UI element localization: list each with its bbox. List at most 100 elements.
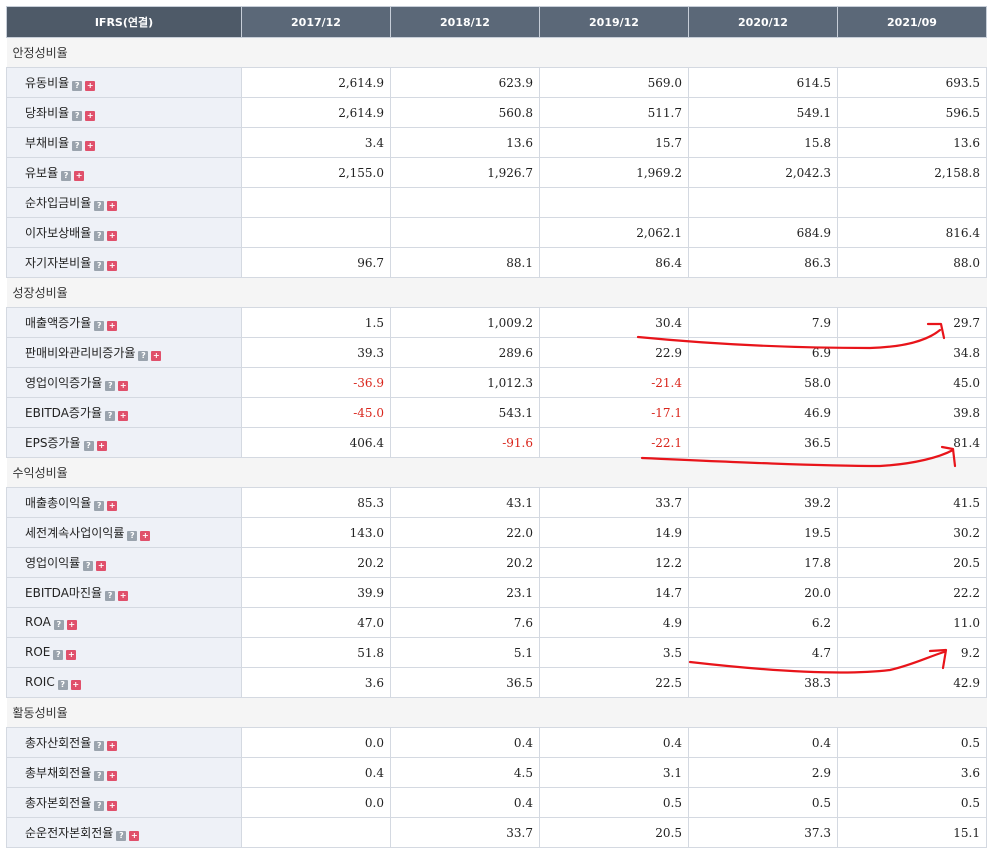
question-icon[interactable]: ? [94,501,105,511]
financial-ratio-table: IFRS(연결) 2017/12 2018/12 2019/12 2020/12… [6,6,987,848]
value-cell: 12.2 [539,547,689,578]
question-icon[interactable]: ? [61,171,72,181]
row-label: 이자보상배율 [25,226,92,240]
value-cell: 614.5 [688,67,838,98]
row-label-cell: 순차입금비율? + [6,187,242,218]
value-cell: 549.1 [688,97,838,128]
value-cell: 45.0 [837,367,987,398]
plus-icon[interactable]: + [66,650,77,660]
row-label-cell: 영업이익증가율? + [6,367,242,398]
value-cell: 88.1 [390,247,540,278]
question-icon[interactable]: ? [53,620,64,630]
question-icon[interactable]: ? [72,141,83,151]
value-cell: 13.6 [837,127,987,158]
question-icon[interactable]: ? [94,231,105,241]
question-icon[interactable]: ? [94,261,105,271]
value-cell [390,217,540,248]
plus-icon[interactable]: + [107,501,118,511]
plus-icon[interactable]: + [118,381,129,391]
section-header-row: 수익성비율 [6,457,987,488]
question-icon[interactable]: ? [116,831,127,841]
value-cell: 85.3 [241,487,391,518]
question-icon[interactable]: ? [94,801,105,811]
plus-icon[interactable]: + [140,531,151,541]
plus-icon[interactable]: + [85,111,96,121]
value-cell: 9.2 [837,637,987,668]
row-label: 총부채회전율 [25,766,92,780]
value-cell [241,817,391,848]
value-cell: 0.4 [688,727,838,758]
value-cell: 143.0 [241,517,391,548]
plus-icon[interactable]: + [118,411,129,421]
value-cell: 816.4 [837,217,987,248]
question-icon[interactable]: ? [72,81,83,91]
question-icon[interactable]: ? [105,381,116,391]
plus-icon[interactable]: + [107,771,118,781]
period-header: 2019/12 [539,6,689,38]
value-cell: 3.4 [241,127,391,158]
value-cell [837,187,987,218]
value-cell: -17.1 [539,397,689,428]
table-row: 자기자본비율? +96.7 88.1 86.4 86.3 88.0 [6,247,987,278]
row-label: ROA [25,615,51,629]
plus-icon[interactable]: + [107,741,118,751]
value-cell: 0.5 [539,787,689,818]
question-icon[interactable]: ? [105,591,116,601]
row-label-cell: 부채비율? + [6,127,242,158]
value-cell: 4.7 [688,637,838,668]
row-label: EBITDA증가율 [25,406,103,420]
plus-icon[interactable]: + [118,591,129,601]
question-icon[interactable]: ? [94,321,105,331]
plus-icon[interactable]: + [85,141,96,151]
value-cell: 7.9 [688,307,838,338]
plus-icon[interactable]: + [74,171,85,181]
value-cell: 596.5 [837,97,987,128]
question-icon[interactable]: ? [138,351,149,361]
value-cell: 0.5 [837,727,987,758]
value-cell: 22.5 [539,667,689,698]
question-icon[interactable]: ? [53,650,64,660]
question-icon[interactable]: ? [72,111,83,121]
row-label: EBITDA마진율 [25,586,103,600]
value-cell: 0.0 [241,787,391,818]
row-label: EPS증가율 [25,436,81,450]
table-row: 순차입금비율? + [6,187,987,218]
table-row: ROA? +47.0 7.6 4.9 6.2 11.0 [6,607,987,638]
plus-icon[interactable]: + [107,321,118,331]
question-icon[interactable]: ? [127,531,138,541]
question-icon[interactable]: ? [94,771,105,781]
plus-icon[interactable]: + [107,201,118,211]
period-header: 2021/09 [837,6,987,38]
plus-icon[interactable]: + [96,561,107,571]
question-icon[interactable]: ? [94,741,105,751]
plus-icon[interactable]: + [129,831,140,841]
question-icon[interactable]: ? [57,680,68,690]
plus-icon[interactable]: + [107,801,118,811]
plus-icon[interactable]: + [70,680,81,690]
plus-icon[interactable]: + [66,620,77,630]
table-row: 유동비율? +2,614.9 623.9 569.0 614.5 693.5 [6,67,987,98]
plus-icon[interactable]: + [107,261,118,271]
row-label-cell: 유보율? + [6,157,242,188]
question-icon[interactable]: ? [83,441,94,451]
row-label: 순차입금비율 [25,196,92,210]
table-row: 매출액증가율? +1.5 1,009.2 30.4 7.9 29.7 [6,307,987,338]
plus-icon[interactable]: + [96,441,107,451]
value-cell: 2,042.3 [688,157,838,188]
question-icon[interactable]: ? [94,201,105,211]
plus-icon[interactable]: + [151,351,162,361]
value-cell: 58.0 [688,367,838,398]
question-icon[interactable]: ? [105,411,116,421]
row-label: 매출총이익율 [25,496,92,510]
plus-icon[interactable]: + [107,231,118,241]
plus-icon[interactable]: + [85,81,96,91]
value-cell: 0.5 [837,787,987,818]
question-icon[interactable]: ? [83,561,94,571]
table-row: 순운전자본회전율? +33.7 20.5 37.3 15.1 [6,817,987,848]
row-label-cell: ROIC? + [6,667,242,698]
row-label: 총자본회전율 [25,796,92,810]
value-cell: 15.1 [837,817,987,848]
value-cell: 1,926.7 [390,157,540,188]
value-cell: 13.6 [390,127,540,158]
value-cell: 3.6 [837,757,987,788]
